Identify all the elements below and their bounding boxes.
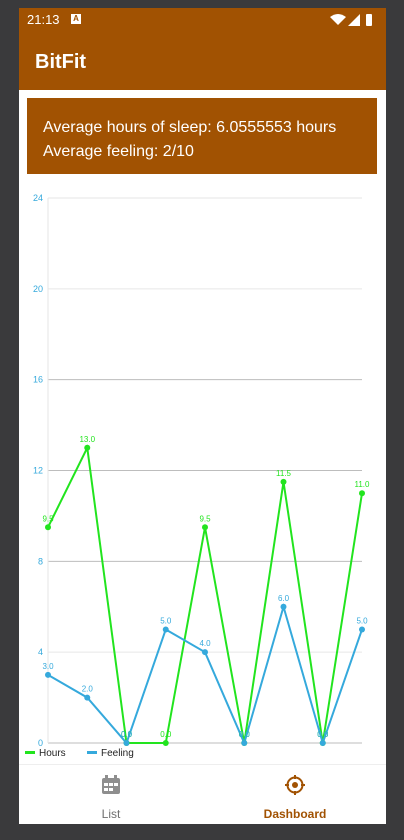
y-tick-label: 16 bbox=[33, 375, 43, 385]
data-label: 5.0 bbox=[160, 616, 172, 625]
signal-icon bbox=[348, 14, 360, 26]
y-tick-label: 20 bbox=[33, 284, 43, 294]
data-label: 0.0 bbox=[160, 730, 172, 739]
sleep-feeling-chart[interactable]: 0 4 8 12 16 20 24 9.5 13.0 0.0 0.0 9.5 0.0 11.5 0.0 11.… bbox=[19, 178, 386, 768]
data-point bbox=[45, 671, 51, 678]
data-point bbox=[162, 740, 169, 746]
data-point bbox=[162, 626, 169, 633]
data-label: 4.0 bbox=[199, 639, 211, 648]
data-label: 2.0 bbox=[82, 685, 94, 694]
data-label: 5.0 bbox=[356, 616, 368, 625]
data-point bbox=[280, 478, 287, 485]
data-label: 11.5 bbox=[276, 469, 292, 478]
data-label: 3.0 bbox=[42, 662, 54, 671]
y-tick-label: 12 bbox=[33, 466, 43, 476]
legend-label: Hours bbox=[39, 748, 66, 759]
data-label: 9.5 bbox=[42, 514, 54, 523]
battery-icon bbox=[366, 14, 372, 26]
bottom-navigation: List Dashboard bbox=[19, 764, 386, 824]
data-label: 6.0 bbox=[278, 594, 290, 603]
calendar-icon bbox=[102, 775, 120, 794]
summary-card: Average hours of sleep: 6.0555553 hours … bbox=[27, 98, 377, 174]
phone-screen: 21:13 A BitFit Average hours of sleep: 6… bbox=[19, 8, 386, 824]
wifi-icon bbox=[330, 14, 346, 25]
data-label: 9.5 bbox=[199, 514, 211, 523]
legend-swatch bbox=[25, 751, 35, 754]
nav-list-label: List bbox=[101, 807, 121, 821]
data-point bbox=[123, 740, 130, 746]
data-point bbox=[359, 490, 365, 497]
nav-item-list[interactable]: List bbox=[19, 765, 203, 824]
chart-canvas: 0 4 8 12 16 20 24 9.5 13.0 0.0 0.0 9.5 0.0 11.5 0.0 11.… bbox=[25, 193, 371, 759]
data-point bbox=[359, 626, 365, 633]
y-tick-label: 0 bbox=[38, 738, 43, 748]
status-time: 21:13 bbox=[27, 12, 60, 27]
data-point bbox=[45, 524, 51, 531]
series-line-feeling bbox=[47, 603, 363, 747]
data-point bbox=[202, 649, 208, 656]
nav-item-dashboard[interactable]: Dashboard bbox=[203, 765, 386, 824]
status-bar: 21:13 A bbox=[19, 8, 386, 32]
average-sleep-text: Average hours of sleep: 6.0555553 hours bbox=[43, 119, 337, 136]
data-point bbox=[319, 740, 326, 746]
data-label: 0.0 bbox=[317, 730, 329, 739]
data-point bbox=[202, 524, 208, 531]
system-icons bbox=[330, 14, 372, 26]
data-label: 11.0 bbox=[355, 480, 371, 489]
app-title: BitFit bbox=[35, 51, 87, 73]
target-icon bbox=[285, 775, 305, 795]
data-point bbox=[84, 444, 91, 451]
app-bar: BitFit bbox=[19, 32, 386, 90]
notification-icon: A bbox=[71, 14, 81, 24]
average-feeling-text: Average feeling: 2/10 bbox=[43, 143, 194, 160]
y-tick-label: 8 bbox=[38, 556, 43, 566]
data-point bbox=[84, 694, 91, 701]
data-label: 0.0 bbox=[239, 730, 251, 739]
data-point bbox=[280, 603, 287, 610]
data-point bbox=[241, 740, 248, 746]
legend-label: Feeling bbox=[101, 748, 134, 759]
y-tick-label: 24 bbox=[33, 193, 43, 203]
series-line-hours bbox=[47, 444, 363, 744]
data-label: 0.0 bbox=[121, 730, 133, 739]
nav-dashboard-label: Dashboard bbox=[263, 807, 327, 821]
y-tick-label: 4 bbox=[38, 647, 43, 657]
legend-swatch bbox=[87, 751, 97, 754]
data-label: 13.0 bbox=[79, 435, 95, 444]
